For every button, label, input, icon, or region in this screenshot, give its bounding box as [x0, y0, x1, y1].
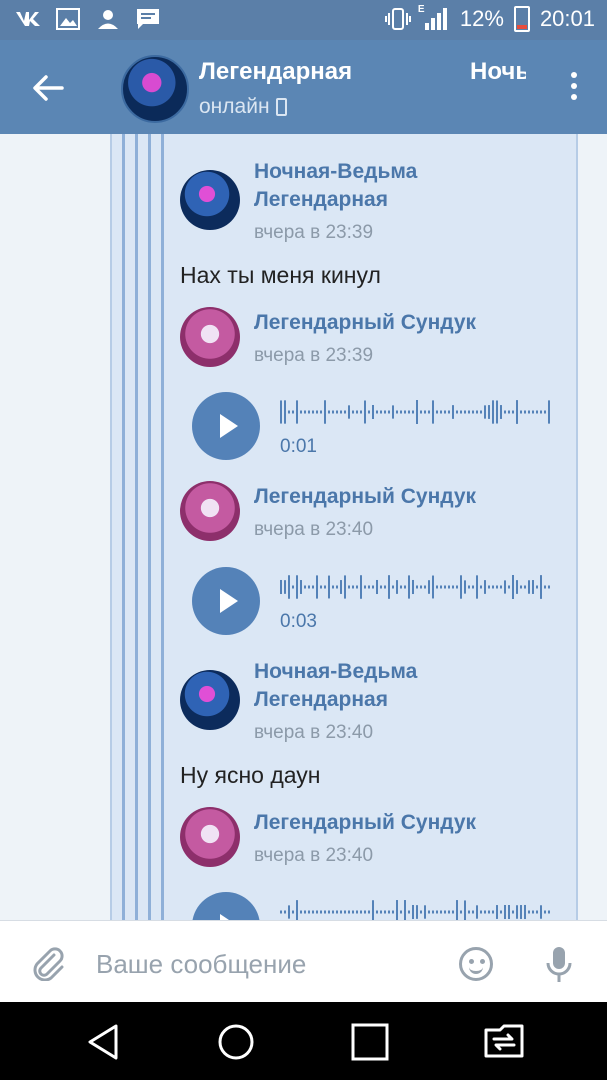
nav-switch-apps-icon[interactable]: [482, 1022, 524, 1062]
avatar[interactable]: [180, 307, 240, 367]
message-time: вчера в 23:40: [254, 519, 374, 540]
mobile-icon: [275, 98, 287, 116]
chat-title-secondary[interactable]: Ночь: [470, 58, 526, 86]
notification-icons: [14, 6, 162, 32]
nav-home-icon[interactable]: [216, 1022, 256, 1062]
message-time: вчера в 23:39: [254, 345, 374, 366]
system-nav-bar: [0, 1002, 607, 1080]
message-author[interactable]: Ночная-Ведьма: [254, 658, 417, 686]
message-author[interactable]: Легендарный Сундук: [254, 809, 476, 837]
voice-play-button[interactable]: [192, 567, 260, 635]
nav-back-icon[interactable]: [84, 1022, 124, 1062]
back-arrow-icon[interactable]: [28, 68, 68, 108]
chat-header: Легендарная Ночь онлайн: [0, 40, 607, 134]
avatar[interactable]: [180, 807, 240, 867]
message-text: Ну ясно даун: [180, 762, 321, 788]
voice-duration: 0:01: [280, 436, 317, 457]
message-list[interactable]: Ночная-Ведьма Легендарная вчера в 23:39 …: [0, 134, 607, 920]
avatar[interactable]: [180, 670, 240, 730]
attach-paperclip-icon[interactable]: [30, 945, 66, 982]
person-icon: [94, 6, 122, 32]
vk-icon: [14, 6, 42, 32]
message-time: вчера в 23:40: [254, 845, 374, 866]
message-author[interactable]: Ночная-Ведьма: [254, 158, 417, 186]
more-menu-icon[interactable]: [571, 72, 577, 100]
network-type-label: E: [417, 4, 425, 15]
online-status: онлайн: [199, 95, 287, 119]
message-composer: Ваше сообщение: [0, 920, 607, 1002]
voice-duration: 0:03: [280, 611, 317, 632]
battery-icon: [513, 6, 530, 32]
status-bar: E 12% 20:01: [0, 0, 607, 40]
voice-waveform[interactable]: [280, 399, 552, 425]
system-indicators: E 12% 20:01: [384, 4, 595, 32]
online-status-text: онлайн: [199, 95, 270, 118]
vibrate-icon: [384, 6, 412, 32]
avatar[interactable]: [180, 170, 240, 230]
nav-recents-icon[interactable]: [350, 1022, 390, 1062]
message-time: вчера в 23:39: [254, 222, 374, 243]
message-text: Нах ты меня кинул: [180, 262, 381, 288]
status-time: 20:01: [539, 6, 595, 31]
signal-icon: E: [418, 4, 450, 32]
message-input[interactable]: Ваше сообщение: [96, 949, 306, 980]
voice-play-button[interactable]: [192, 392, 260, 460]
message-icon: [134, 6, 162, 32]
message-author[interactable]: Легендарный Сундук: [254, 483, 476, 511]
chat-title[interactable]: Легендарная: [199, 58, 352, 86]
message-author-line2[interactable]: Легендарная: [254, 686, 388, 714]
battery-percent: 12%: [459, 6, 504, 31]
avatar[interactable]: [180, 481, 240, 541]
voice-waveform[interactable]: [280, 899, 552, 920]
message-time: вчера в 23:40: [254, 722, 374, 743]
message-author[interactable]: Легендарный Сундук: [254, 309, 476, 337]
emoji-icon[interactable]: [459, 947, 493, 981]
message-author-line2[interactable]: Легендарная: [254, 186, 388, 214]
microphone-icon[interactable]: [545, 945, 573, 985]
chat-avatar[interactable]: [121, 55, 189, 123]
image-icon: [54, 6, 82, 32]
voice-waveform[interactable]: [280, 574, 552, 600]
